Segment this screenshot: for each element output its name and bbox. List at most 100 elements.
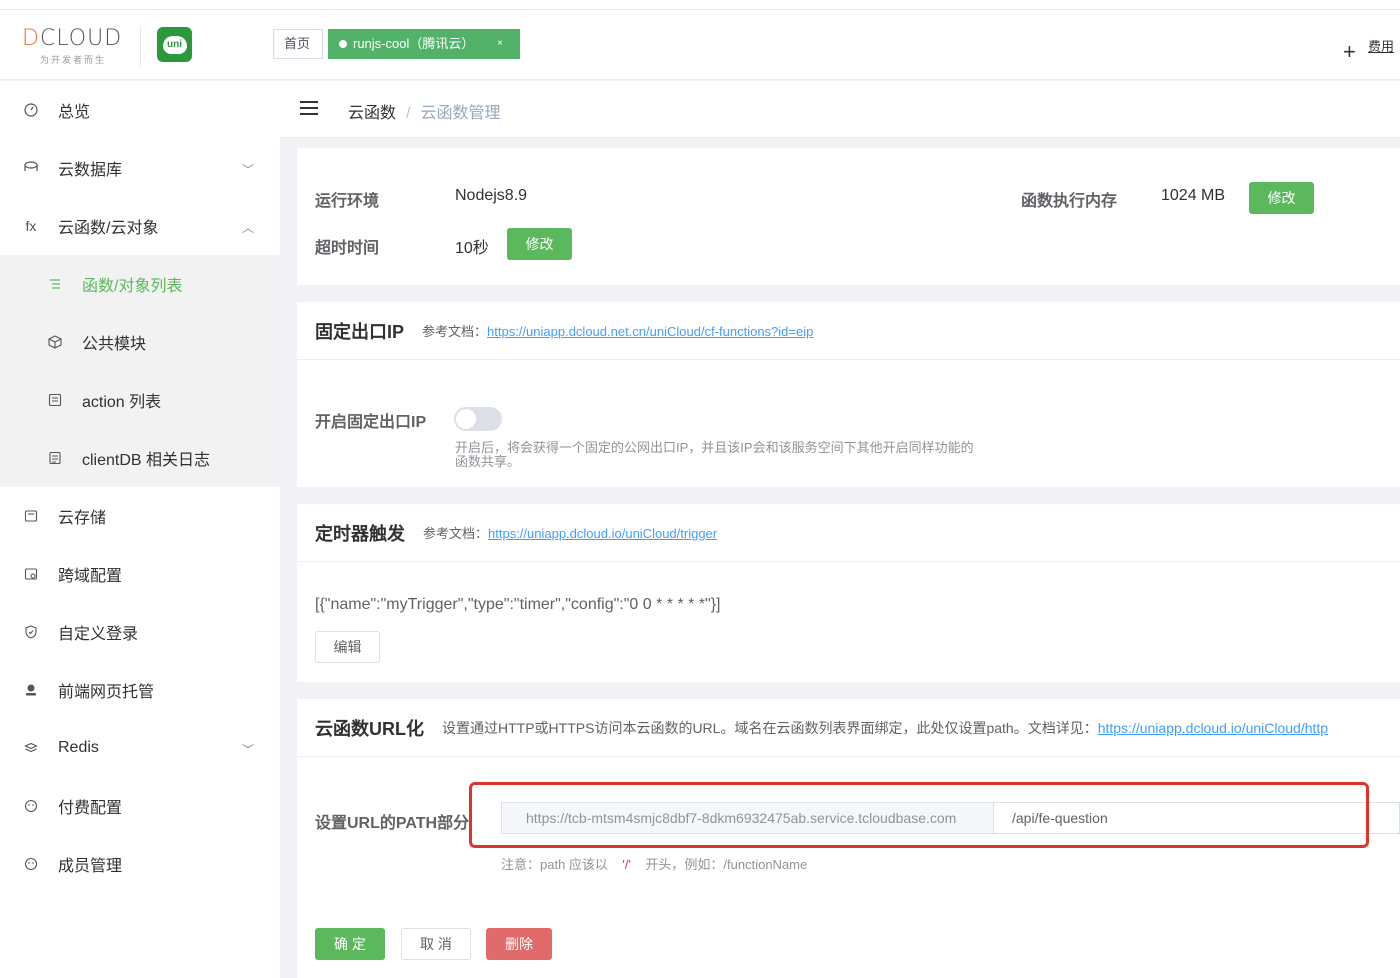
uni-icon-text: uni (162, 35, 187, 54)
logo-word: CLOUD (39, 26, 123, 51)
tab-home[interactable]: 首页 (273, 29, 323, 59)
timer-edit-button[interactable]: 编辑 (315, 631, 380, 663)
ref-label: 参考文档： (422, 324, 488, 339)
timeout-label: 超时时间 (315, 240, 380, 257)
delete-button[interactable]: 删除 (486, 928, 552, 960)
sidebar-subitem-clientdb-log[interactable]: clientDB 相关日志 (0, 429, 280, 487)
breadcrumb-current: 云函数管理 (420, 105, 501, 122)
fixed-ip-toggle[interactable] (454, 407, 502, 431)
plus-icon[interactable]: + (1343, 41, 1356, 63)
top-header: DCLOUD 为开发者而生 uni 首页 runjs-cool（腾讯云） × +… (0, 10, 1400, 80)
sidebar-item-label: 云存储 (58, 510, 107, 527)
sidebar-item-members[interactable]: 成员管理 (0, 835, 280, 893)
sidebar-item-cloud-functions[interactable]: fx 云函数/云对象 ︿ (0, 197, 280, 255)
sidebar-subitem-function-list[interactable]: 函数/对象列表 (0, 255, 280, 313)
breadcrumb-bar: 云函数 / 云函数管理 (280, 81, 1400, 138)
memory-value: 1024 MB (1161, 187, 1226, 204)
url-doc-link[interactable]: https://uniapp.dcloud.io/uniCloud/http (1098, 720, 1328, 736)
memory-label: 函数执行内存 (1021, 193, 1118, 210)
tab-runjs-cool[interactable]: runjs-cool（腾讯云） × (328, 29, 520, 59)
sidebar-item-database[interactable]: 云数据库 ﹀ (0, 139, 280, 197)
dcloud-logo[interactable]: DCLOUD 为开发者而生 (22, 26, 128, 66)
billing-link[interactable]: 费用 (1368, 36, 1394, 55)
timer-card: 定时器触发 参考文档：https://uniapp.dcloud.io/uniC… (297, 504, 1400, 682)
action-icon (46, 391, 64, 409)
note-prefix: 注意：path 应该以 (501, 857, 608, 872)
timer-ref: 参考文档：https://uniapp.dcloud.io/uniCloud/t… (423, 523, 717, 542)
sidebar-item-label: 付费配置 (58, 800, 123, 817)
sidebar-item-label: 总览 (58, 104, 91, 121)
members-icon (22, 855, 40, 873)
url-desc: 设置通过HTTP或HTTPS访问本云函数的URL。域名在云函数列表界面绑定，此处… (442, 718, 1328, 738)
note-suffix: 开头，例如：/functionName (645, 857, 808, 872)
runtime-card (297, 148, 1400, 285)
sidebar-item-label: 成员管理 (58, 858, 123, 875)
url-desc-text: 设置通过HTTP或HTTPS访问本云函数的URL。域名在云函数列表界面绑定，此处… (442, 719, 1098, 736)
cors-icon (22, 565, 40, 583)
fixed-ip-switch-label: 开启固定出口IP (315, 414, 427, 431)
sidebar-item-label: 前端网页托管 (58, 684, 155, 701)
url-path-note: 注意：path 应该以 '/' 开头，例如：/functionName (501, 858, 807, 872)
close-icon[interactable]: × (497, 30, 503, 58)
storage-icon (22, 507, 40, 525)
url-path-label: 设置URL的PATH部分 (315, 815, 470, 832)
breadcrumb-cloud-function[interactable]: 云函数 (348, 105, 396, 122)
fixed-ip-ref: 参考文档：https://uniapp.dcloud.net.cn/uniClo… (422, 321, 813, 340)
sidebar-item-payment[interactable]: 付费配置 (0, 777, 280, 835)
breadcrumb: 云函数 / 云函数管理 (348, 99, 500, 123)
sidebar-item-overview[interactable]: 总览 (0, 81, 280, 139)
sidebar-item-label: 自定义登录 (58, 626, 139, 643)
fixed-ip-card-header: 固定出口IP 参考文档：https://uniapp.dcloud.net.cn… (297, 302, 1400, 360)
window-top-strip (0, 0, 1400, 10)
fixed-ip-hint-2: 函数共享。 (455, 454, 521, 469)
database-icon (22, 159, 40, 177)
sidebar-item-label: 跨域配置 (58, 568, 123, 585)
timer-doc-link[interactable]: https://uniapp.dcloud.io/uniCloud/trigge… (488, 526, 717, 541)
redis-icon (22, 739, 40, 757)
sidebar-item-redis[interactable]: Redis ﹀ (0, 719, 280, 777)
timer-config: [{"name":"myTrigger","type":"timer","con… (315, 596, 721, 613)
chevron-up-icon: ︿ (241, 221, 254, 235)
sidebar-subitem-label: action 列表 (82, 394, 162, 411)
log-icon (46, 449, 64, 467)
sidebar-subitem-label: clientDB 相关日志 (82, 452, 211, 469)
uni-app-icon[interactable]: uni (157, 27, 192, 62)
cancel-button[interactable]: 取 消 (401, 928, 471, 960)
payment-icon (22, 797, 40, 815)
url-card-header: 云函数URL化 设置通过HTTP或HTTPS访问本云函数的URL。域名在云函数列… (297, 699, 1400, 757)
sidebar-item-web-hosting[interactable]: 前端网页托管 (0, 661, 280, 719)
sidebar-subitem-action-list[interactable]: action 列表 (0, 371, 280, 429)
menu-toggle-icon[interactable] (300, 101, 318, 117)
fixed-ip-title: 固定出口IP (315, 321, 405, 342)
sidebar-subitem-common-modules[interactable]: 公共模块 (0, 313, 280, 371)
sidebar-subitem-label: 公共模块 (82, 336, 147, 353)
cloud-functions-submenu: 函数/对象列表 公共模块 action 列表 clientDB 相关日志 (0, 255, 280, 487)
header-divider (140, 26, 141, 66)
shield-icon (22, 623, 40, 641)
list-icon (46, 275, 64, 293)
memory-edit-button[interactable]: 修改 (1249, 182, 1314, 214)
confirm-button[interactable]: 确 定 (315, 928, 385, 960)
sidebar-item-label: Redis (58, 739, 99, 756)
tab-runjs-cool-label: runjs-cool（腾讯云） (353, 36, 475, 51)
timeout-value: 10秒 (455, 240, 489, 257)
active-dot-icon (339, 39, 347, 48)
fx-icon: fx (25, 218, 37, 234)
sidebar-item-label: 云函数/云对象 (58, 220, 159, 237)
logo-letter: D (22, 26, 40, 51)
timeout-edit-button[interactable]: 修改 (507, 228, 572, 260)
timer-title: 定时器触发 (315, 523, 405, 544)
chevron-down-icon: ﹀ (241, 163, 254, 177)
chevron-down-icon: ﹀ (241, 743, 254, 757)
highlight-box (469, 782, 1369, 848)
sidebar-item-cors[interactable]: 跨域配置 (0, 545, 280, 603)
runtime-env-label: 运行环境 (315, 193, 380, 210)
sidebar-item-custom-login[interactable]: 自定义登录 (0, 603, 280, 661)
fixed-ip-doc-link[interactable]: https://uniapp.dcloud.net.cn/uniCloud/cf… (487, 324, 813, 339)
runtime-env-value: Nodejs8.9 (455, 187, 528, 204)
sidebar-item-storage[interactable]: 云存储 (0, 487, 280, 545)
url-title: 云函数URL化 (315, 718, 424, 739)
sidebar-item-label: 云数据库 (58, 162, 123, 179)
logo-slogan: 为开发者而生 (40, 55, 107, 65)
sidebar: 总览 云数据库 ﹀ fx 云函数/云对象 ︿ 函数/对象列表 公共模块 acti… (0, 81, 280, 978)
